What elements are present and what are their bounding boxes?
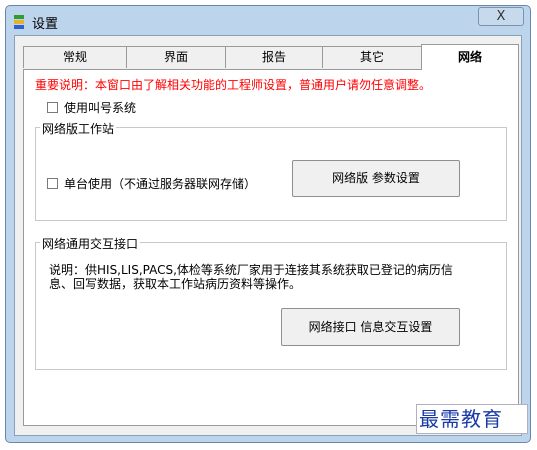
tab-interface[interactable]: 界面: [126, 46, 226, 68]
standalone-row[interactable]: 单台使用（不通过服务器联网存储）: [47, 175, 256, 192]
standalone-label: 单台使用（不通过服务器联网存储）: [64, 177, 257, 191]
app-icon: [14, 15, 24, 29]
network-workstation-group-title: 网络版工作站: [40, 120, 117, 137]
network-settings-button[interactable]: 网络版 参数设置: [292, 160, 460, 197]
tab-general[interactable]: 常规: [23, 46, 127, 68]
network-interface-group-title: 网络通用交互接口: [40, 235, 141, 252]
watermark-logo: 最需教育: [416, 404, 528, 434]
use-call-system-checkbox[interactable]: [47, 102, 58, 113]
network-workstation-group: 网络版工作站 单台使用（不通过服务器联网存储） 网络版 参数设置: [35, 120, 507, 221]
use-call-system-label: 使用叫号系统: [64, 101, 137, 115]
interface-description: 说明：供HIS,LIS,PACS,体检等系统厂家用于连接其系统获取已登记的病历信…: [49, 263, 453, 291]
title-bar[interactable]: 设置 X: [6, 6, 530, 34]
close-button[interactable]: X: [478, 7, 524, 26]
network-tab-panel: 重要说明：本窗口由了解相关功能的工程师设置，普通用户请勿任意调整。 使用叫号系统…: [23, 69, 519, 426]
dialog-client-area: 常规 界面 报告 其它 网络 重要说明：本窗口由了解相关功能的工程师设置，普通用…: [14, 35, 522, 436]
use-call-system-row[interactable]: 使用叫号系统: [47, 99, 136, 116]
tab-strip: 常规 界面 报告 其它 网络: [23, 44, 519, 70]
tab-other[interactable]: 其它: [322, 46, 422, 68]
tab-network[interactable]: 网络: [421, 44, 519, 70]
settings-window: 设置 X 常规 界面 报告 其它 网络 重要说明：本窗口由了解相关功能的工程师设…: [5, 5, 531, 443]
network-interface-group: 网络通用交互接口 说明：供HIS,LIS,PACS,体检等系统厂家用于连接其系统…: [35, 235, 507, 370]
important-notice: 重要说明：本窗口由了解相关功能的工程师设置，普通用户请勿任意调整。: [35, 78, 432, 92]
interface-settings-button[interactable]: 网络接口 信息交互设置: [281, 308, 460, 346]
tab-report[interactable]: 报告: [225, 46, 323, 68]
standalone-checkbox[interactable]: [47, 178, 58, 189]
window-title: 设置: [32, 17, 59, 32]
